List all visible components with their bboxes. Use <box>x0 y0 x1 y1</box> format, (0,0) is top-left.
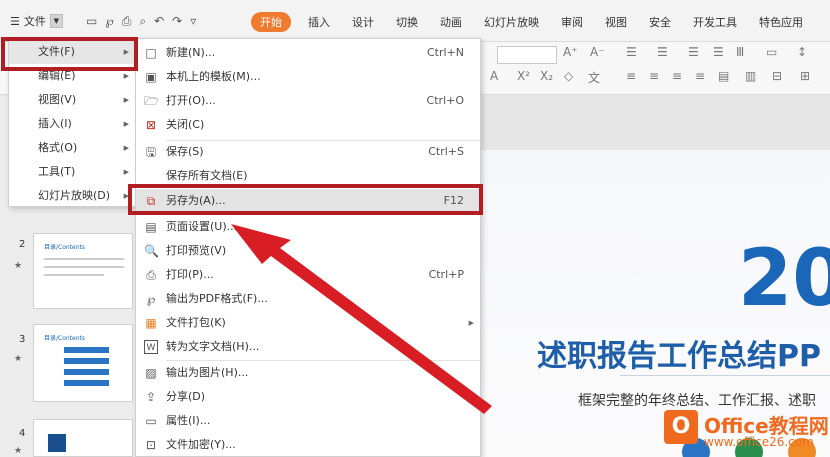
arrow-shape <box>231 224 492 414</box>
pointer-arrow <box>231 224 492 414</box>
